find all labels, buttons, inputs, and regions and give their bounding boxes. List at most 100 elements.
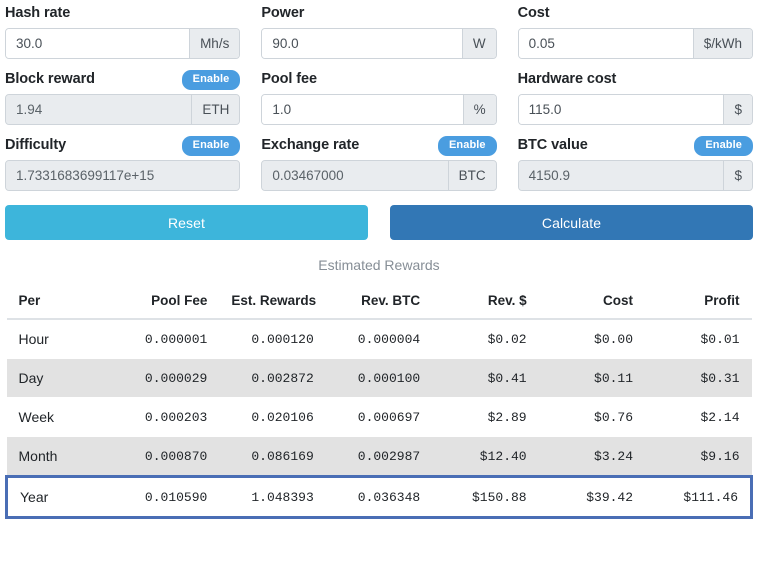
unit-addon-pool_fee: % [462, 95, 496, 124]
cell-r4-c0: Year [4, 475, 113, 519]
unit-addon-cost: $/kWh [692, 29, 752, 58]
column-header-1: Pool Fee [112, 285, 220, 320]
results-caption: Estimated Rewards [318, 257, 440, 273]
cell-r3-c3: 0.002987 [325, 436, 433, 477]
calculate-button[interactable]: Calculate [390, 205, 753, 240]
label-exchange_rate: Exchange rate [261, 137, 360, 154]
cell-r1-c6: $0.31 [645, 358, 752, 398]
cell-r3-c1: 0.000870 [112, 436, 220, 477]
field-hash_rate: Hash rate 30.0 Mh/s [5, 3, 241, 59]
cell-r0-c1: 0.000001 [112, 318, 220, 359]
column-header-0: Per [6, 285, 113, 320]
label-hash_rate: Hash rate [5, 5, 71, 22]
field-hardware_cost: Hardware cost 115.0 $ [517, 69, 753, 125]
table-header: Per Pool Fee Est. Rewards Rev. BTC Rev. $ Cos… [6, 285, 752, 320]
action-buttons: Reset Calculate [5, 205, 753, 240]
enable-toggle-block_reward[interactable]: Enable [181, 69, 241, 90]
inputs-form: Hash rate 30.0 Mh/s Power 90.0 W Cost 0.05 $/kWh… [5, 0, 753, 201]
column-header-2: Est. Rewards [219, 285, 326, 320]
table-row[interactable]: Day 0.000029 0.002872 0.000100 $0.41 $0.11 $0.… [6, 358, 752, 398]
column-header-6: Profit [645, 285, 752, 320]
table-row[interactable]: Week 0.000203 0.020106 0.000697 $2.89 $0.76 $2… [6, 397, 752, 437]
unit-addon-btc_value: $ [723, 161, 752, 190]
field-head-btc_value: BTC value Enable [518, 135, 753, 156]
input-group-cost: 0.05 $/kWh [517, 28, 753, 59]
input-group-exchange_rate: 0.03467000 BTC [261, 160, 497, 191]
column-header-4: Rev. $ [432, 285, 539, 320]
reset-button[interactable]: Reset [5, 205, 368, 240]
cell-r1-c2: 0.002872 [219, 358, 326, 398]
cell-r3-c2: 0.086169 [219, 436, 326, 477]
unit-addon-hardware_cost: $ [723, 95, 752, 124]
cell-r1-c4: $0.41 [432, 358, 539, 398]
table-body: Hour 0.000001 0.000120 0.000004 $0.02 $0.00 $0… [4, 318, 754, 519]
calculator-page: Hash rate 30.0 Mh/s Power 90.0 W Cost 0.05 $/kWh… [0, 0, 758, 570]
cell-r4-c3: 0.036348 [325, 475, 433, 519]
enable-toggle-btc_value[interactable]: Enable [694, 135, 753, 156]
field-head-hash_rate: Hash rate [5, 3, 240, 24]
cell-r2-c0: Week [6, 397, 113, 437]
field-pool_fee: Pool fee 1.0% [261, 69, 497, 125]
field-head-hardware_cost: Hardware cost [518, 69, 753, 90]
enable-toggle-exchange_rate[interactable]: Enable [437, 135, 497, 156]
cell-r2-c5: $0.76 [538, 397, 646, 437]
field-btc_value: BTC value Enable 4150.9 $ [517, 135, 753, 191]
table-row[interactable]: Month 0.000870 0.086169 0.002987 $12.40 $3.24… [6, 436, 752, 477]
input-group-btc_value: 4150.9 $ [517, 160, 753, 191]
field-block_reward: Block reward Enable 1.94 ETH [5, 69, 241, 125]
input-group-block_reward: 1.94 ETH [5, 94, 241, 125]
input-power[interactable]: 90.0 [262, 29, 462, 58]
table-header-row: Per Pool Fee Est. Rewards Rev. BTC Rev. $ Cos… [6, 285, 752, 320]
input-hash_rate[interactable]: 30.0 [6, 29, 190, 58]
label-hardware_cost: Hardware cost [517, 71, 617, 88]
unit-addon-exchange_rate: BTC [447, 161, 496, 190]
cell-r3-c0: Month [6, 436, 113, 477]
field-head-cost: Cost [518, 3, 753, 24]
field-head-power: Power [261, 3, 496, 24]
cell-r4-c2: 1.048393 [219, 475, 326, 519]
cell-r4-c6: $111.46 [645, 475, 754, 519]
cell-r0-c2: 0.000120 [219, 318, 326, 359]
unit-addon-block_reward: ETH [191, 95, 240, 124]
field-difficulty: Difficulty Enable 1.7331683699117e+15 [5, 135, 241, 191]
cell-r0-c5: $0.00 [538, 318, 646, 359]
input-pool_fee[interactable]: 1.0 [262, 95, 463, 124]
cell-r0-c3: 0.000004 [325, 318, 433, 359]
input-difficulty: 1.7331683699117e+15 [6, 161, 240, 190]
cell-r4-c4: $150.88 [432, 475, 539, 519]
table-row[interactable]: Year 0.010590 1.048393 0.036348 $150.88 $39.4… [4, 475, 754, 519]
field-head-exchange_rate: Exchange rate Enable [261, 135, 497, 156]
field-head-pool_fee: Pool fee [261, 69, 496, 90]
enable-toggle-difficulty[interactable]: Enable [181, 135, 241, 156]
cell-r3-c4: $12.40 [432, 436, 539, 477]
cell-r4-c5: $39.42 [538, 475, 646, 519]
unit-addon-power: W [461, 29, 496, 58]
field-exchange_rate: Exchange rate Enable 0.03467000 BTC [261, 135, 497, 191]
input-group-difficulty: 1.7331683699117e+15 [5, 160, 241, 191]
estimated-rewards-table: Per Pool Fee Est. Rewards Rev. BTC Rev. $ Cos… [4, 285, 754, 519]
table-row[interactable]: Hour 0.000001 0.000120 0.000004 $0.02 $0.00 $0… [6, 318, 752, 359]
input-group-power: 90.0 W [261, 28, 497, 59]
input-block_reward: 1.94 [6, 95, 192, 124]
field-head-difficulty: Difficulty Enable [5, 135, 241, 156]
label-btc_value: BTC value [517, 137, 588, 154]
field-head-block_reward: Block reward Enable [5, 69, 241, 90]
input-group-hash_rate: 30.0 Mh/s [5, 28, 241, 59]
cell-r3-c5: $3.24 [538, 436, 646, 477]
label-block_reward: Block reward [5, 71, 95, 88]
label-cost: Cost [517, 5, 550, 22]
cell-r0-c0: Hour [6, 318, 113, 359]
field-power: Power 90.0 W [261, 3, 497, 59]
cell-r4-c1: 0.010590 [112, 475, 220, 519]
cell-r2-c3: 0.000697 [325, 397, 433, 437]
cell-r2-c4: $2.89 [432, 397, 539, 437]
cell-r1-c0: Day [6, 358, 113, 398]
input-cost[interactable]: 0.05 [518, 29, 693, 58]
cell-r1-c1: 0.000029 [112, 358, 220, 398]
column-header-5: Cost [538, 285, 646, 320]
cell-r2-c1: 0.000203 [112, 397, 220, 437]
cell-r2-c6: $2.14 [645, 397, 752, 437]
input-hardware_cost[interactable]: 115.0 [518, 95, 724, 124]
label-difficulty: Difficulty [5, 137, 67, 154]
unit-addon-hash_rate: Mh/s [189, 29, 240, 58]
